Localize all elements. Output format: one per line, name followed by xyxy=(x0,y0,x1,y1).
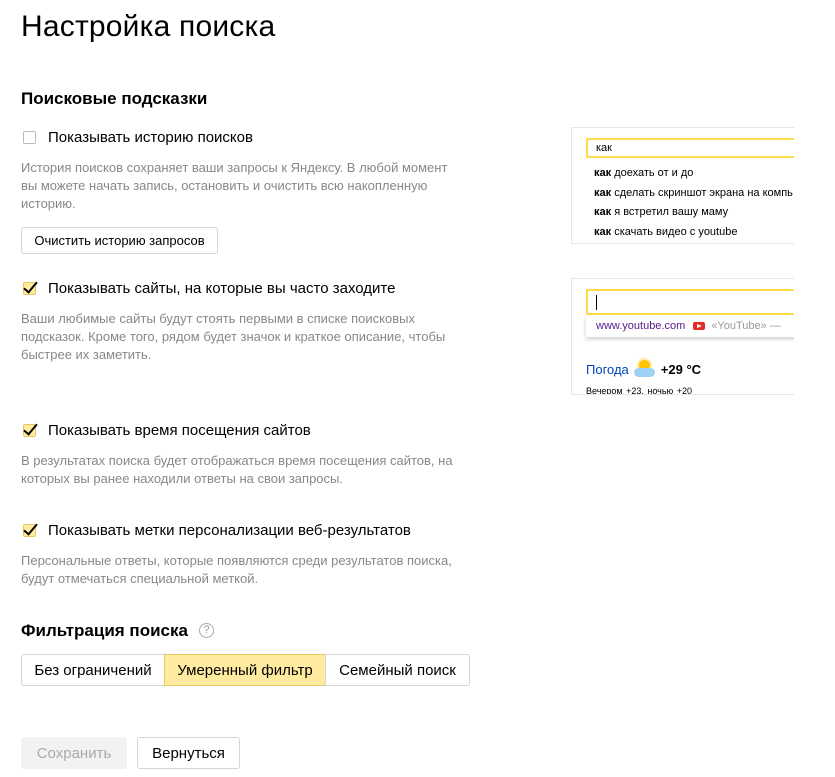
weather-forecast: Вечером +23, ночью +20 xyxy=(586,386,693,395)
history-label: Показывать историю поисков xyxy=(48,129,253,146)
personal-marks-description: Персональные ответы, которые появляются … xyxy=(21,552,461,588)
back-button[interactable]: Вернуться xyxy=(137,737,240,769)
filter-option-family[interactable]: Семейный поиск xyxy=(325,654,470,686)
clear-history-button[interactable]: Очистить историю запросов xyxy=(21,227,218,254)
checkmark-icon xyxy=(23,278,38,294)
weather-link: Погода xyxy=(586,361,629,377)
suggest-preview-image: как как доехать от и до как сделать скри… xyxy=(571,127,794,244)
text-caret xyxy=(596,295,597,310)
desc-line: В результатах поиска будет отображаться … xyxy=(21,453,453,468)
preview-site-suggest: www.youtube.com «YouTube» — xyxy=(586,315,794,337)
desc-line: будут отмечаться специальной меткой. xyxy=(21,571,259,586)
site-title: «YouTube» — xyxy=(711,320,781,332)
desc-line: Персональные ответы, которые появляются … xyxy=(21,553,452,568)
filter-option-moderate[interactable]: Умеренный фильтр xyxy=(164,654,326,686)
frequent-sites-description: Ваши любимые сайты будут стоять первыми … xyxy=(21,310,461,364)
visit-time-checkbox[interactable] xyxy=(23,420,38,437)
history-checkbox[interactable] xyxy=(23,131,36,144)
checkmark-icon xyxy=(23,420,38,436)
sites-preview-image: www.youtube.com «YouTube» — Погода +29 °… xyxy=(571,278,794,395)
personal-marks-label: Показывать метки персонализации веб-резу… xyxy=(48,522,411,539)
frequent-sites-option[interactable]: Показывать сайты, на которые вы часто за… xyxy=(23,278,396,297)
frequent-sites-label: Показывать сайты, на которые вы часто за… xyxy=(48,280,396,297)
desc-line: История поисков сохраняет ваши запросы к… xyxy=(21,160,448,175)
suggest-item: как я встретил вашу маму xyxy=(594,206,729,219)
help-icon[interactable]: ? xyxy=(199,623,214,638)
preview-search-input: как xyxy=(586,138,794,158)
weather-widget: Погода +29 °C xyxy=(586,359,701,379)
youtube-icon xyxy=(693,322,706,330)
checkmark-icon xyxy=(23,520,38,536)
frequent-sites-checkbox[interactable] xyxy=(23,278,38,295)
save-button[interactable]: Сохранить xyxy=(21,737,127,769)
section-title-suggest: Поисковые подсказки xyxy=(21,89,208,108)
visit-time-option[interactable]: Показывать время посещения сайтов xyxy=(23,420,311,439)
history-option[interactable]: Показывать историю поисков xyxy=(23,129,253,146)
desc-line: которых вы ранее находили ответы на свои… xyxy=(21,471,343,486)
suggest-item: как скачать видео с youtube xyxy=(594,225,738,238)
desc-line: быстрее их заметить. xyxy=(21,347,152,362)
suggest-item: как доехать от и до xyxy=(594,167,694,179)
site-url: www.youtube.com xyxy=(596,320,686,332)
section-title-filter: Фильтрация поиска xyxy=(21,621,188,640)
desc-line: вы можете начать запись, остановить и оч… xyxy=(21,178,428,193)
suggest-item: как сделать скриншот экрана на компь xyxy=(594,186,793,199)
desc-line: историю. xyxy=(21,196,76,211)
preview-search-input xyxy=(586,289,794,315)
personal-marks-checkbox[interactable] xyxy=(23,520,38,537)
filter-option-none[interactable]: Без ограничений xyxy=(21,654,165,686)
weather-temp: +29 °C xyxy=(660,361,702,377)
visit-time-description: В результатах поиска будет отображаться … xyxy=(21,452,461,488)
preview-suggest-list: как доехать от и до как сделать скриншот… xyxy=(594,164,793,242)
page-title: Настройка поиска xyxy=(21,10,276,43)
visit-time-label: Показывать время посещения сайтов xyxy=(48,422,311,439)
personal-marks-option[interactable]: Показывать метки персонализации веб-резу… xyxy=(23,520,411,539)
history-description: История поисков сохраняет ваши запросы к… xyxy=(21,159,461,213)
desc-line: Ваши любимые сайты будут стоять первыми … xyxy=(21,311,415,326)
sun-cloud-icon xyxy=(633,359,657,379)
desc-line: подсказок. Кроме того, рядом будет значо… xyxy=(21,329,446,344)
